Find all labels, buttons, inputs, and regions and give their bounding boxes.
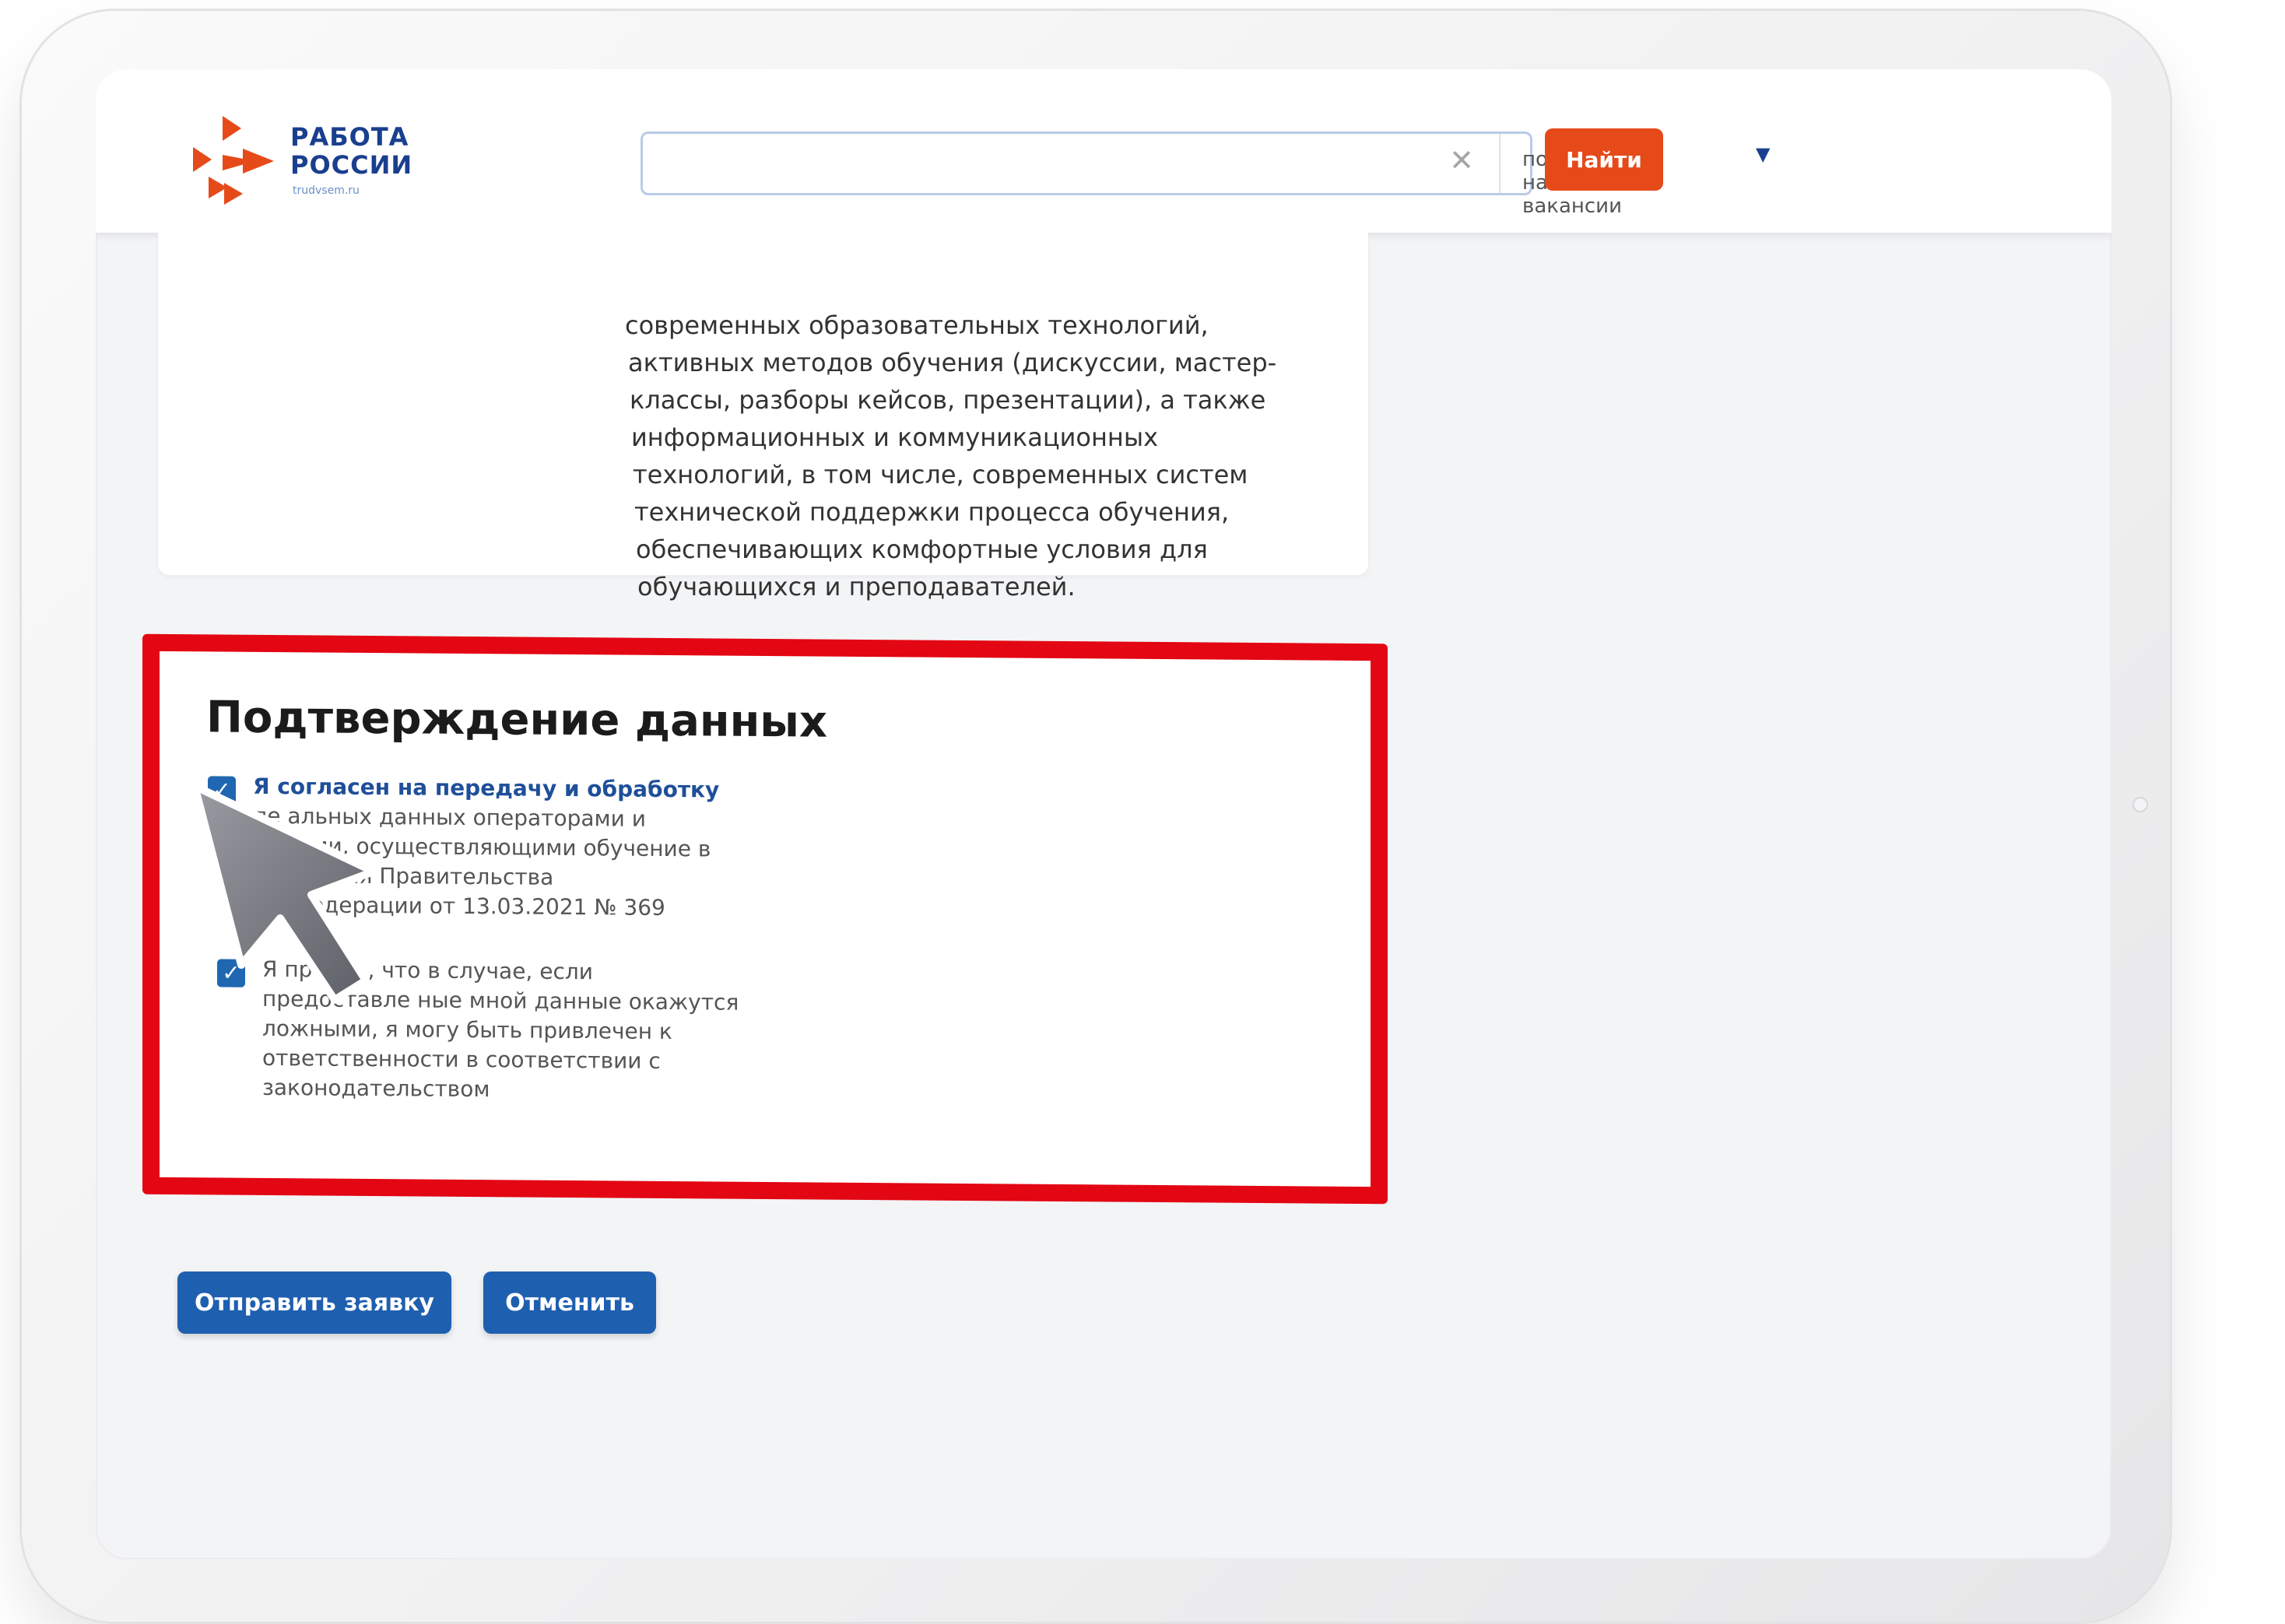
- description-card: современных образовательных технологий, …: [158, 233, 1368, 602]
- search-divider: [1499, 134, 1501, 193]
- description-line: технологий, в том числе, современных сис…: [633, 460, 1248, 489]
- caret-down-icon[interactable]: ▼: [1756, 143, 1770, 165]
- logo-text-line2: РОССИИ: [290, 150, 413, 180]
- submit-button[interactable]: Отправить заявку: [177, 1271, 451, 1334]
- logo-subtext: trudvsem.ru: [293, 184, 360, 197]
- description-line: технической поддержки процесса обучения,: [634, 497, 1230, 527]
- logo-mark-icon: [193, 116, 274, 205]
- logo[interactable]: РАБОТА РОССИИ trudvsem.ru: [193, 116, 426, 209]
- description-line: информационных и коммуникационных: [631, 423, 1159, 452]
- close-icon[interactable]: ✕: [1444, 143, 1479, 177]
- description-line: классы, разборы кейсов, презентации), а …: [630, 385, 1266, 415]
- search-input[interactable]: [658, 142, 1424, 182]
- search-box: ✕ по названию вакансии ▼: [641, 132, 1770, 218]
- logo-text-line1: РАБОТА: [290, 122, 409, 152]
- description-line: активных методов обучения (дискуссии, ма…: [628, 348, 1277, 377]
- device-side-button: [2132, 797, 2148, 812]
- find-button[interactable]: Найти: [1545, 128, 1663, 191]
- cancel-button[interactable]: Отменить: [483, 1271, 656, 1334]
- description-line: обучающихся и преподавателей.: [637, 572, 1076, 602]
- cursor-arrow-icon: [195, 786, 377, 1004]
- site-header: РАБОТА РОССИИ trudvsem.ru ✕ по названию …: [96, 69, 2111, 233]
- confirmation-title: Подтверждение данных: [206, 692, 828, 748]
- description-line: современных образовательных технологий,: [625, 310, 1209, 340]
- description-line: обеспечивающих комфортные условия для: [636, 535, 1208, 564]
- warning-line: законодательством: [262, 1074, 490, 1103]
